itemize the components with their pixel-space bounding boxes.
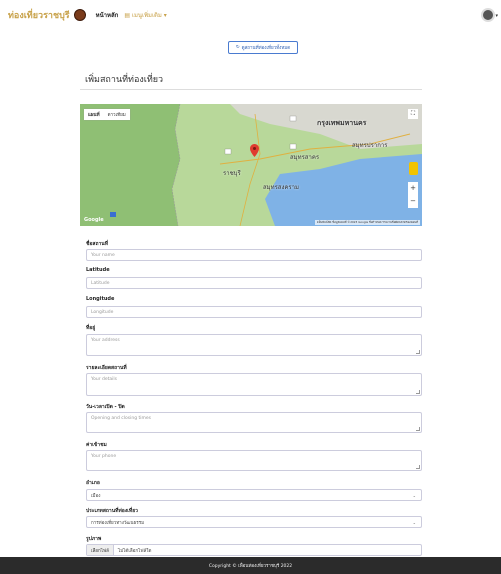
name-placeholder: Your name (91, 252, 115, 258)
street-view-pegman-icon[interactable] (409, 162, 418, 175)
image-label: รูปภาพ (86, 536, 102, 542)
choose-file-button[interactable]: เลือกไฟล์ (87, 545, 114, 555)
nav-more-menu[interactable]: ▤ เมนูเพิ่มเติม ▾ (124, 10, 166, 20)
map-zoom-control: + − (408, 182, 418, 208)
detail-label: รายละเอียดสถานที่ (86, 365, 127, 371)
map[interactable]: กรุงเทพมหานคร สมุทรปราการ สมุทรสาคร ราชบ… (80, 104, 422, 226)
refresh-icon: ↻ (235, 45, 240, 50)
navbar: ท่องเที่ยวราชบุรี หน้าหลัก ▤ เมนูเพิ่มเต… (0, 0, 501, 30)
file-status-text: ไม่ได้เลือกไฟล์ใด (117, 548, 152, 554)
footer-copyright: Copyright © เพื่อนท่องเที่ยวราชบุรี 2022 (208, 564, 293, 569)
type-selected-value: การท่องเที่ยวทางวัฒนธรรม (91, 520, 145, 526)
chevron-down-icon: ⌄ (412, 519, 416, 525)
nav-home-link[interactable]: หน้าหลัก (96, 10, 119, 20)
latitude-placeholder: Latitude (91, 280, 110, 286)
map-canvas[interactable] (80, 104, 422, 226)
map-type-toggle[interactable]: แผนที่ ดาวเทียม (84, 109, 130, 120)
detail-textarea[interactable]: Your details (86, 373, 422, 396)
map-label-samut-songkhram: สมุทรสงคราม (263, 184, 299, 191)
latitude-label: Latitude (86, 267, 110, 273)
user-avatar[interactable] (481, 8, 495, 22)
map-label-samut-sakhon: สมุทรสาคร (290, 154, 320, 161)
name-input[interactable]: Your name (86, 249, 422, 261)
name-label: ชื่อสถานที่ (86, 241, 108, 247)
longitude-label: Longitude (86, 296, 115, 302)
latitude-input[interactable]: Latitude (86, 277, 422, 289)
view-all-places-button[interactable]: ↻ ดูสถานที่ท่องเที่ยวทั้งหมด (228, 41, 298, 54)
fee-placeholder: Your phone (91, 454, 117, 459)
chevron-down-icon[interactable]: ▾ (495, 13, 498, 19)
map-label-samut-prakan: สมุทรปราการ (352, 142, 388, 149)
district-label: อำเภอ (86, 480, 100, 486)
district-selected-value: เมือง (91, 493, 101, 499)
hours-placeholder: Opening and closing times (91, 416, 152, 421)
google-logo: Google (84, 217, 104, 223)
zoom-out-icon[interactable]: − (408, 195, 418, 208)
type-select[interactable]: การท่องเที่ยวทางวัฒนธรรม ⌄ (86, 516, 422, 528)
type-label: ประเภทสถานที่ท่องเที่ยว (86, 508, 138, 514)
chevron-down-icon: ⌄ (412, 492, 416, 498)
address-label: ที่อยู่ (86, 325, 96, 331)
map-label-ratchaburi: ราชบุรี (223, 170, 241, 177)
map-tab-satellite[interactable]: ดาวเทียม (104, 109, 130, 120)
address-textarea[interactable]: Your address (86, 334, 422, 356)
map-attribution[interactable]: แป้นพิมพ์ลัด ข้อมูลแผนที่ ©2023 Google ข… (314, 220, 420, 225)
hours-textarea[interactable]: Opening and closing times (86, 412, 422, 433)
longitude-placeholder: Longitude (91, 309, 114, 315)
view-all-places-label: ดูสถานที่ท่องเที่ยวทั้งหมด (241, 46, 291, 51)
district-select[interactable]: เมือง ⌄ (86, 489, 422, 501)
fee-label: ค่าเข้าชม (86, 442, 107, 448)
longitude-input[interactable]: Longitude (86, 306, 422, 318)
image-file-input[interactable]: เลือกไฟล์ ไม่ได้เลือกไฟล์ใด (86, 544, 422, 556)
zoom-in-icon[interactable]: + (408, 182, 418, 195)
brand-name[interactable]: ท่องเที่ยวราชบุรี (8, 8, 70, 22)
address-placeholder: Your address (91, 338, 120, 343)
map-tab-map[interactable]: แผนที่ (84, 109, 104, 120)
page-title: เพิ่มสถานที่ท่องเที่ยว (85, 75, 164, 85)
title-divider (80, 89, 422, 90)
fee-textarea[interactable]: Your phone (86, 450, 422, 471)
hours-label: วัน-เวลาเปิด - ปิด (86, 404, 125, 410)
map-marker-icon[interactable] (250, 144, 259, 157)
map-label-bangkok: กรุงเทพมหานคร (317, 119, 367, 127)
fullscreen-icon[interactable]: ⛶ (408, 109, 418, 119)
footer: Copyright © เพื่อนท่องเที่ยวราชบุรี 2022 (0, 557, 501, 574)
nav-more-label: เมนูเพิ่มเติม (131, 12, 162, 19)
detail-placeholder: Your details (91, 377, 118, 382)
brand-logo-icon[interactable] (73, 9, 86, 21)
